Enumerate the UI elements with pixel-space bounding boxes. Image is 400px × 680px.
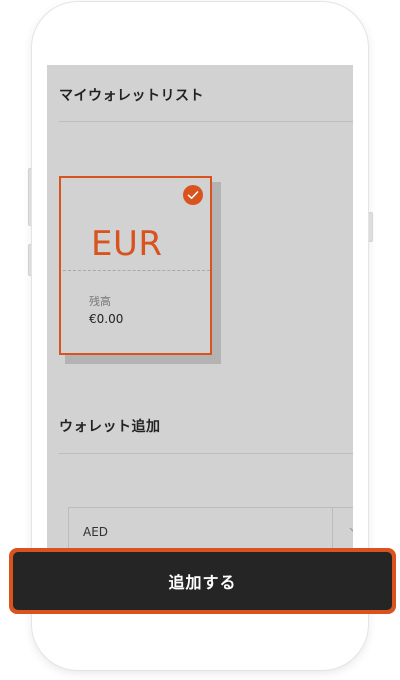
balance-value: €0.00	[89, 312, 124, 326]
divider	[59, 121, 353, 122]
wallet-card-eur[interactable]: EUR 残高 €0.00	[59, 176, 212, 355]
phone-power-button	[368, 212, 373, 242]
card-divider	[63, 270, 210, 271]
select-separator	[332, 508, 333, 550]
add-wallet-button[interactable]: 追加する	[9, 548, 396, 614]
currency-select[interactable]: AED	[68, 507, 353, 550]
chevron-down-icon	[349, 526, 353, 537]
add-wallet-title: ウォレット追加	[59, 419, 161, 435]
balance-label: 残高	[89, 295, 111, 308]
divider	[59, 453, 353, 454]
device-frame: マイウォレットリスト EUR 残高 €0.00 ウォレット追加 AED 追加する	[0, 0, 400, 680]
wallet-list-title: マイウォレットリスト	[59, 88, 204, 104]
wallet-currency-code: EUR	[91, 224, 163, 264]
currency-select-value: AED	[83, 525, 109, 539]
add-wallet-button-inner: 追加する	[13, 552, 392, 610]
app-screen: マイウォレットリスト EUR 残高 €0.00 ウォレット追加 AED	[47, 65, 353, 550]
check-circle-icon	[183, 185, 203, 205]
add-wallet-button-label: 追加する	[168, 573, 237, 592]
